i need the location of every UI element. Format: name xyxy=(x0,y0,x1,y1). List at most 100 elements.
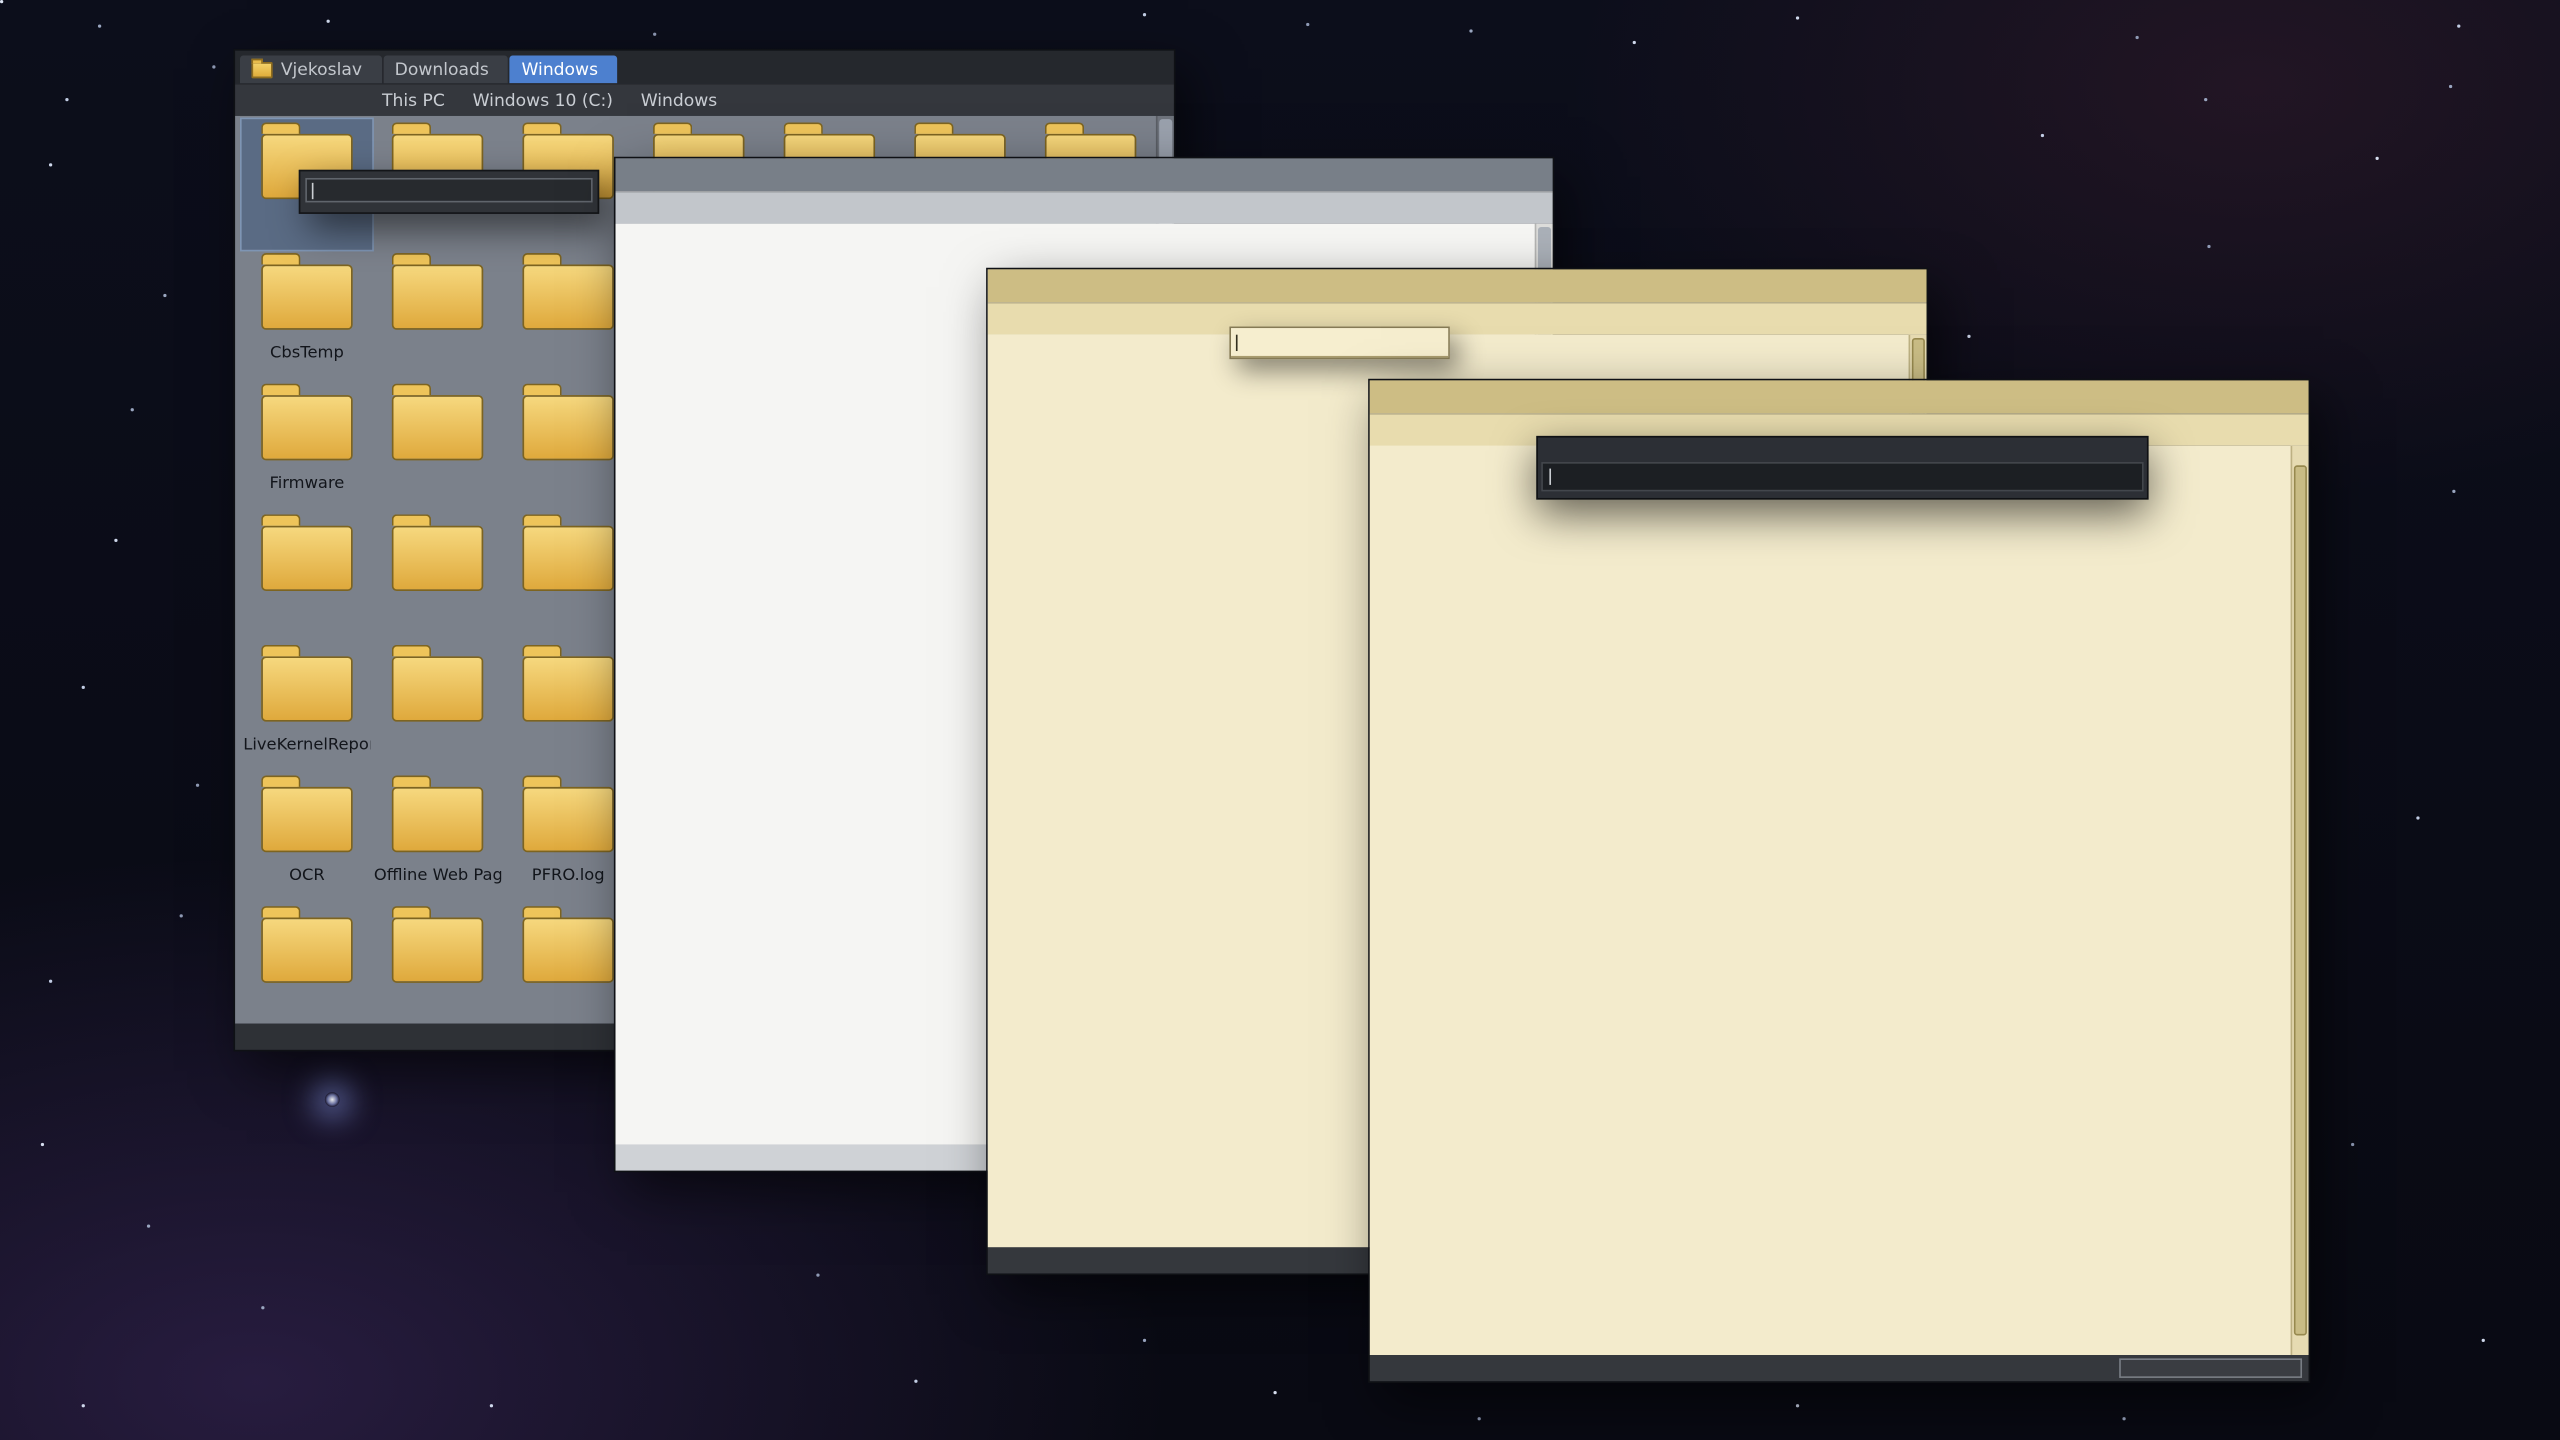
folder-icon xyxy=(392,395,483,460)
close-button[interactable] xyxy=(1891,273,1927,299)
scrollbar[interactable] xyxy=(2291,446,2309,1355)
folder-icon xyxy=(522,526,613,591)
command-palette xyxy=(1536,436,2148,500)
folder-icon xyxy=(251,61,272,77)
menu-filter-input[interactable] xyxy=(305,178,592,202)
tab-label: Downloads xyxy=(395,60,489,80)
folder-tile[interactable]: Firmware xyxy=(242,380,373,511)
folder-tile[interactable] xyxy=(242,903,373,1024)
folder-tile[interactable]: OCR xyxy=(242,772,373,903)
tab-bar xyxy=(616,158,1553,191)
breadcrumb-label: Windows 10 (C:) xyxy=(473,91,613,111)
folder-icon xyxy=(261,264,352,329)
tab[interactable]: Windows xyxy=(510,56,618,84)
folder-icon xyxy=(261,526,352,591)
toolbar: This PC Windows 10 (C:) Windows xyxy=(235,83,1174,116)
tab-bar xyxy=(988,269,1927,302)
folder-tile[interactable] xyxy=(372,903,503,1024)
folder-icon xyxy=(522,787,613,852)
maximize-button[interactable] xyxy=(1855,273,1891,299)
drive-dropdown xyxy=(1229,327,1449,360)
folder-icon xyxy=(522,918,613,983)
folder-icon xyxy=(261,787,352,852)
folder-icon xyxy=(522,656,613,721)
folder-tile[interactable] xyxy=(372,250,503,381)
folder-tile[interactable]: CbsTemp xyxy=(242,250,373,381)
breadcrumb-label: This PC xyxy=(382,91,445,111)
folder-label: PFRO.log xyxy=(532,867,605,885)
new-tab-button[interactable] xyxy=(625,162,651,188)
folder-label: OCR xyxy=(289,867,325,885)
scrollbar-thumb[interactable] xyxy=(2294,465,2307,1335)
window-controls xyxy=(1445,162,1553,188)
maximize-button[interactable] xyxy=(1102,54,1138,80)
folder-tile[interactable] xyxy=(242,511,373,642)
tab-bar: Vjekoslav Downloads Windows xyxy=(235,51,1174,84)
dropdown-filter-input[interactable] xyxy=(1231,328,1448,357)
window-controls xyxy=(1066,54,1174,80)
window-controls xyxy=(2201,384,2309,410)
scroll-down-icon[interactable] xyxy=(2292,1337,2308,1355)
maximize-button[interactable] xyxy=(2237,384,2273,410)
close-button[interactable] xyxy=(2273,384,2309,410)
window-controls xyxy=(1819,273,1927,299)
folder-icon xyxy=(392,656,483,721)
desktop: Vjekoslav Downloads Windows This PC Win xyxy=(0,0,2560,1440)
palette-input[interactable] xyxy=(1541,462,2143,491)
scroll-up-icon[interactable] xyxy=(2292,446,2308,464)
folder-icon xyxy=(522,395,613,460)
tab[interactable]: Downloads xyxy=(383,56,508,84)
text-cursor xyxy=(1236,334,1238,350)
breadcrumb-item[interactable]: This PC xyxy=(374,89,453,112)
folder-icon xyxy=(261,395,352,460)
text-cursor xyxy=(312,182,314,198)
folder-icon xyxy=(261,656,352,721)
file-manager-window-4 xyxy=(1368,379,2310,1383)
folder-label: LiveKernelReports xyxy=(243,736,370,754)
folder-icon xyxy=(522,264,613,329)
folder-tile[interactable]: LiveKernelReports xyxy=(242,642,373,773)
tab-bar xyxy=(1370,380,2309,413)
folder-label: Firmware xyxy=(270,475,345,493)
breadcrumb: This PC Windows 10 (C:) Windows xyxy=(374,89,726,112)
filter-input[interactable] xyxy=(2119,1358,2302,1378)
breadcrumb-item[interactable]: Windows 10 (C:) xyxy=(453,89,621,112)
new-tab-button[interactable] xyxy=(1380,384,1406,410)
tabs: Vjekoslav Downloads Windows xyxy=(240,56,618,84)
tab-label: Windows xyxy=(521,60,598,80)
folder-tile[interactable] xyxy=(372,380,503,511)
folder-grid: CbsTemp Firmware LiveKernelReports OCR xyxy=(242,250,634,1024)
status-bar xyxy=(1370,1355,2309,1381)
maximize-button[interactable] xyxy=(1481,162,1517,188)
text-cursor xyxy=(1549,469,1551,485)
starfield xyxy=(0,0,3,3)
minimize-button[interactable] xyxy=(1445,162,1481,188)
folder-label: CbsTemp xyxy=(270,344,344,362)
toolbar xyxy=(988,302,1927,335)
tab-label: Vjekoslav xyxy=(281,60,362,80)
toolbar xyxy=(616,191,1553,224)
minimize-button[interactable] xyxy=(1066,54,1102,80)
folder-label: Offline Web Pages xyxy=(374,867,501,885)
new-tab-button[interactable] xyxy=(998,273,1024,299)
file-list xyxy=(1370,446,2309,1355)
folder-tile[interactable] xyxy=(372,511,503,642)
folder-icon xyxy=(261,918,352,983)
folder-tile[interactable]: Offline Web Pages xyxy=(372,772,503,903)
minimize-button[interactable] xyxy=(2201,384,2237,410)
folder-icon xyxy=(392,787,483,852)
folder-icon xyxy=(392,264,483,329)
tab[interactable]: Vjekoslav xyxy=(240,56,382,84)
folder-icon xyxy=(392,526,483,591)
folder-icon xyxy=(392,918,483,983)
minimize-button[interactable] xyxy=(1819,273,1855,299)
breadcrumb-item[interactable]: Windows xyxy=(621,89,725,112)
breadcrumb-label: Windows xyxy=(641,91,718,111)
palette-title xyxy=(1538,438,2147,462)
folder-tile[interactable] xyxy=(372,642,503,773)
close-button[interactable] xyxy=(1138,54,1174,80)
new-tab-button[interactable] xyxy=(622,54,648,80)
context-menu xyxy=(299,170,599,214)
bright-star xyxy=(325,1092,340,1107)
close-button[interactable] xyxy=(1517,162,1553,188)
